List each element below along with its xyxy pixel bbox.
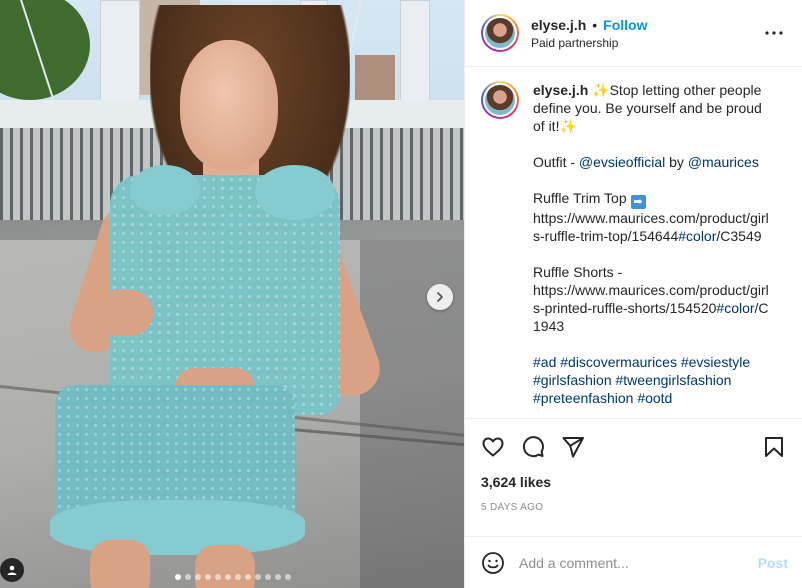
hashtag-link[interactable]: #color bbox=[716, 300, 754, 316]
carousel-dot bbox=[205, 574, 211, 580]
carousel-dot bbox=[285, 574, 291, 580]
post-header: elyse.j.h • Follow Paid partnership bbox=[465, 0, 802, 67]
bookmark-icon bbox=[765, 436, 783, 457]
more-options-icon bbox=[765, 31, 783, 35]
post-photo[interactable] bbox=[0, 0, 464, 588]
carousel-dot bbox=[225, 574, 231, 580]
chevron-right-icon bbox=[437, 292, 443, 302]
carousel-dot bbox=[195, 574, 201, 580]
person-leg bbox=[90, 540, 150, 588]
share-button[interactable] bbox=[559, 433, 587, 461]
comment-icon bbox=[522, 435, 544, 457]
person-leg bbox=[195, 545, 255, 588]
instagram-post-view: elyse.j.h • Follow Paid partnership elys… bbox=[0, 0, 802, 588]
post-side-panel: elyse.j.h • Follow Paid partnership elys… bbox=[464, 0, 802, 588]
post-comment-button[interactable]: Post bbox=[758, 555, 788, 571]
caption-text: elyse.j.h ✨Stop letting other people def… bbox=[533, 81, 773, 418]
heart-icon bbox=[482, 437, 504, 456]
tagged-users-button[interactable] bbox=[0, 558, 24, 582]
carousel-dot bbox=[265, 574, 271, 580]
bridge-pylon bbox=[400, 0, 430, 110]
caption-area: elyse.j.h ✨Stop letting other people def… bbox=[465, 67, 802, 418]
header-username[interactable]: elyse.j.h bbox=[531, 17, 586, 33]
hashtag-link[interactable]: #discovermaurices bbox=[560, 354, 677, 370]
carousel-dot bbox=[275, 574, 281, 580]
emoji-icon bbox=[482, 551, 504, 574]
sparkles-icon: ✨ bbox=[559, 118, 577, 134]
shorts-label: Ruffle Shorts - bbox=[533, 264, 623, 280]
hashtag-link[interactable]: #tweengirlsfashion bbox=[616, 372, 732, 388]
post-timestamp[interactable]: 5 DAYS AGO bbox=[465, 502, 802, 524]
user-icon bbox=[7, 565, 17, 575]
carousel-next-button[interactable] bbox=[427, 284, 453, 310]
hashtag-link[interactable]: #preteenfashion bbox=[533, 390, 633, 406]
mention-link[interactable]: @maurices bbox=[688, 154, 759, 170]
carousel-dot bbox=[245, 574, 251, 580]
carousel-indicator bbox=[175, 574, 291, 580]
separator-dot: • bbox=[592, 16, 598, 33]
save-button[interactable] bbox=[760, 433, 788, 461]
send-icon bbox=[562, 436, 584, 457]
arrow-right-icon: ➡ bbox=[630, 195, 646, 209]
carousel-dot bbox=[185, 574, 191, 580]
hashtag-link[interactable]: #girlsfashion bbox=[533, 372, 612, 388]
action-bar bbox=[465, 418, 802, 474]
person-hand bbox=[95, 290, 153, 336]
comment-input[interactable] bbox=[519, 554, 758, 571]
caption-username[interactable]: elyse.j.h bbox=[533, 82, 588, 98]
paid-partnership-label[interactable]: Paid partnership bbox=[531, 36, 762, 50]
mention-link[interactable]: @evsieofficial bbox=[579, 154, 665, 170]
like-button[interactable] bbox=[479, 433, 507, 461]
shorts-ruffle bbox=[50, 500, 305, 555]
more-options-button[interactable] bbox=[762, 21, 786, 45]
comment-bar: Post bbox=[465, 536, 802, 588]
bridge-pylon bbox=[100, 0, 140, 110]
outfit-label: Outfit - bbox=[533, 154, 579, 170]
follow-button[interactable]: Follow bbox=[603, 17, 647, 33]
hashtag-link[interactable]: #ad bbox=[533, 354, 556, 370]
comment-button[interactable] bbox=[519, 433, 547, 461]
person-face bbox=[180, 40, 278, 170]
hashtag-list: #ad #discovermaurices #evsiestyle #girls… bbox=[533, 353, 773, 407]
carousel-dot bbox=[215, 574, 221, 580]
photo-building bbox=[355, 55, 395, 105]
caption-avatar[interactable] bbox=[481, 81, 519, 119]
carousel-dot bbox=[235, 574, 241, 580]
top-ruffle bbox=[255, 165, 335, 220]
sparkles-icon: ✨ bbox=[592, 82, 610, 98]
hashtag-link[interactable]: #ootd bbox=[637, 390, 672, 406]
hashtag-link[interactable]: #evsiestyle bbox=[681, 354, 750, 370]
top-label: Ruffle Trim Top bbox=[533, 190, 631, 206]
top-ruffle bbox=[130, 165, 200, 215]
by-label: by bbox=[665, 154, 688, 170]
hashtag-link[interactable]: #color bbox=[678, 228, 716, 244]
carousel-dot bbox=[255, 574, 261, 580]
avatar[interactable] bbox=[481, 14, 519, 52]
carousel-dot bbox=[175, 574, 181, 580]
product-url-suffix: /C3549 bbox=[716, 228, 762, 244]
likes-count[interactable]: 3,624 likes bbox=[465, 474, 802, 494]
emoji-button[interactable] bbox=[479, 549, 507, 577]
